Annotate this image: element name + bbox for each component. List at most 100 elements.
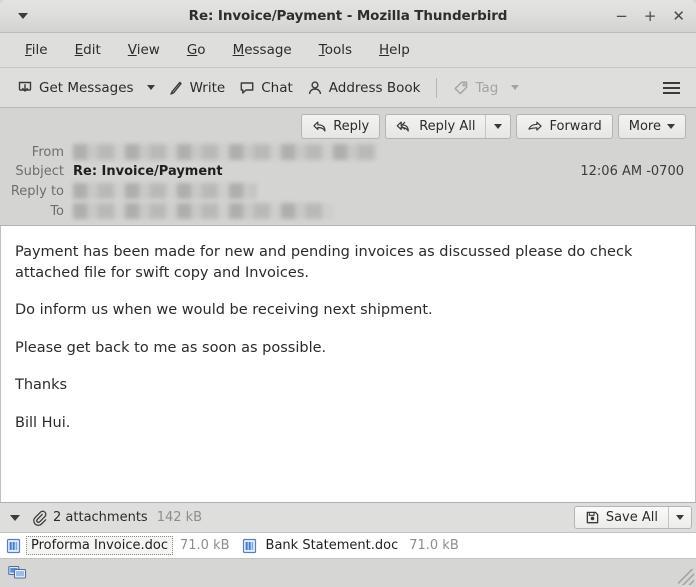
get-messages-dropdown[interactable] — [141, 81, 161, 94]
body-paragraph: Payment has been made for new and pendin… — [15, 244, 633, 281]
address-book-label: Address Book — [328, 79, 421, 96]
message-action-buttons: Reply Reply All Forward More — [0, 114, 696, 144]
hamburger-icon — [663, 91, 680, 94]
attachment-list: Proforma Invoice.doc 71.0 kB Bank Statem… — [0, 533, 696, 559]
chevron-down-icon — [676, 515, 684, 520]
resize-grip[interactable] — [678, 569, 694, 585]
more-button[interactable]: More — [617, 114, 686, 139]
doc-file-icon — [242, 538, 257, 554]
tag-dropdown[interactable] — [505, 81, 525, 94]
chevron-down-icon — [10, 514, 20, 521]
forward-arrow-icon — [527, 120, 543, 133]
chat-bubble-icon — [239, 80, 255, 96]
tag-label: Tag — [475, 79, 499, 96]
thunderbird-message-window: Re: Invoice/Payment - Mozilla Thunderbir… — [0, 0, 696, 587]
menu-go[interactable]: Go — [174, 39, 220, 61]
maximize-icon[interactable]: + — [644, 8, 657, 24]
attachment-summary: 2 attachments 142 kB Save All — [0, 503, 696, 533]
download-inbox-icon — [17, 80, 33, 96]
menu-tools[interactable]: Tools — [306, 39, 366, 61]
chevron-down-icon — [494, 124, 503, 129]
app-menu-button[interactable] — [655, 74, 688, 102]
body-paragraph: Bill Hui. — [15, 414, 71, 431]
save-all-button[interactable]: Save All — [575, 507, 668, 528]
message-header: Reply Reply All Forward More From Subjec… — [0, 108, 696, 226]
tag-button[interactable]: Tag — [446, 76, 505, 100]
attachment-name: Bank Statement.doc — [265, 538, 399, 553]
address-book-button[interactable]: Address Book — [300, 76, 428, 100]
subject-value: Re: Invoice/Payment — [73, 164, 223, 179]
redacted-from-address — [73, 144, 378, 160]
to-label: To — [50, 203, 64, 219]
chevron-down-icon — [511, 85, 520, 90]
chevron-down-icon — [146, 85, 155, 90]
minimize-icon[interactable]: − — [615, 8, 628, 24]
save-all-dropdown[interactable] — [668, 507, 691, 528]
person-icon — [307, 80, 323, 96]
attachment-bar: 2 attachments 142 kB Save All Proforma I… — [0, 502, 696, 559]
message-body[interactable]: Payment has been made for new and pendin… — [0, 226, 696, 502]
body-paragraph: Thanks — [15, 377, 68, 394]
forward-button[interactable]: Forward — [516, 114, 613, 139]
reply-button[interactable]: Reply — [301, 114, 381, 139]
toolbar-separator — [436, 77, 438, 98]
hamburger-icon — [663, 86, 680, 89]
window-controls: − + ✕ — [615, 8, 696, 24]
paperclip-icon — [32, 510, 47, 526]
main-toolbar: Get Messages Write Chat Address Book Tag — [0, 68, 696, 108]
menu-edit[interactable]: Edit — [62, 39, 115, 61]
from-label: From — [31, 144, 64, 160]
reply-to-label: Reply to — [10, 183, 64, 199]
reply-arrow-icon — [312, 120, 327, 133]
menu-view[interactable]: View — [115, 39, 174, 61]
menu-bar: File Edit View Go Message Tools Help — [0, 33, 696, 68]
forward-label: Forward — [549, 119, 602, 134]
from-value[interactable] — [73, 144, 580, 160]
attachment-name: Proforma Invoice.doc — [26, 536, 173, 555]
doc-file-icon — [6, 538, 21, 554]
reply-all-dropdown[interactable] — [485, 115, 510, 138]
write-button[interactable]: Write — [161, 76, 233, 100]
attachment-count-label: 2 attachments — [53, 510, 148, 525]
window-menu-button[interactable] — [6, 3, 40, 29]
attachment-size: 71.0 kB — [409, 538, 459, 553]
reply-all-group: Reply All — [385, 114, 512, 139]
get-messages-button[interactable]: Get Messages — [10, 76, 141, 100]
attachment-item[interactable]: Proforma Invoice.doc — [6, 536, 173, 555]
network-monitors-icon[interactable] — [8, 564, 28, 582]
subject-label: Subject — [15, 164, 64, 179]
redacted-to-address — [73, 203, 333, 219]
tag-icon — [453, 80, 469, 96]
to-value[interactable] — [73, 203, 580, 219]
reply-label: Reply — [333, 119, 370, 134]
chevron-down-icon — [18, 13, 28, 19]
body-paragraph: Please get back to me as soon as possibl… — [15, 339, 327, 356]
chevron-down-icon — [667, 124, 675, 129]
window-title: Re: Invoice/Payment - Mozilla Thunderbir… — [188, 8, 508, 24]
chat-button[interactable]: Chat — [232, 76, 300, 100]
attachment-total-size: 142 kB — [156, 510, 203, 525]
save-all-group: Save All — [573, 506, 692, 529]
get-messages-label: Get Messages — [39, 79, 134, 96]
menu-file[interactable]: File — [12, 39, 62, 61]
attachment-expand-toggle[interactable] — [10, 514, 20, 521]
redacted-reply-to-address — [73, 183, 256, 199]
status-bar — [0, 559, 696, 587]
body-paragraph: Do inform us when we would be receiving … — [15, 302, 433, 319]
attachment-item[interactable]: Bank Statement.doc — [242, 537, 403, 554]
reply-all-label: Reply All — [419, 119, 476, 134]
close-icon[interactable]: ✕ — [672, 8, 685, 24]
message-timestamp: 12:06 AM -0700 — [580, 164, 684, 179]
write-label: Write — [189, 79, 226, 96]
menu-help[interactable]: Help — [366, 39, 424, 61]
save-disk-icon — [585, 510, 600, 525]
save-all-label: Save All — [605, 510, 658, 525]
message-header-fields: From Subject Re: Invoice/Payment 12:06 A… — [0, 144, 696, 221]
reply-to-value[interactable] — [73, 183, 580, 199]
chat-label: Chat — [261, 79, 293, 96]
hamburger-icon — [663, 81, 680, 84]
reply-all-button[interactable]: Reply All — [386, 115, 485, 138]
menu-message[interactable]: Message — [220, 39, 306, 61]
reply-all-arrow-icon — [396, 120, 413, 133]
more-label: More — [628, 119, 661, 134]
